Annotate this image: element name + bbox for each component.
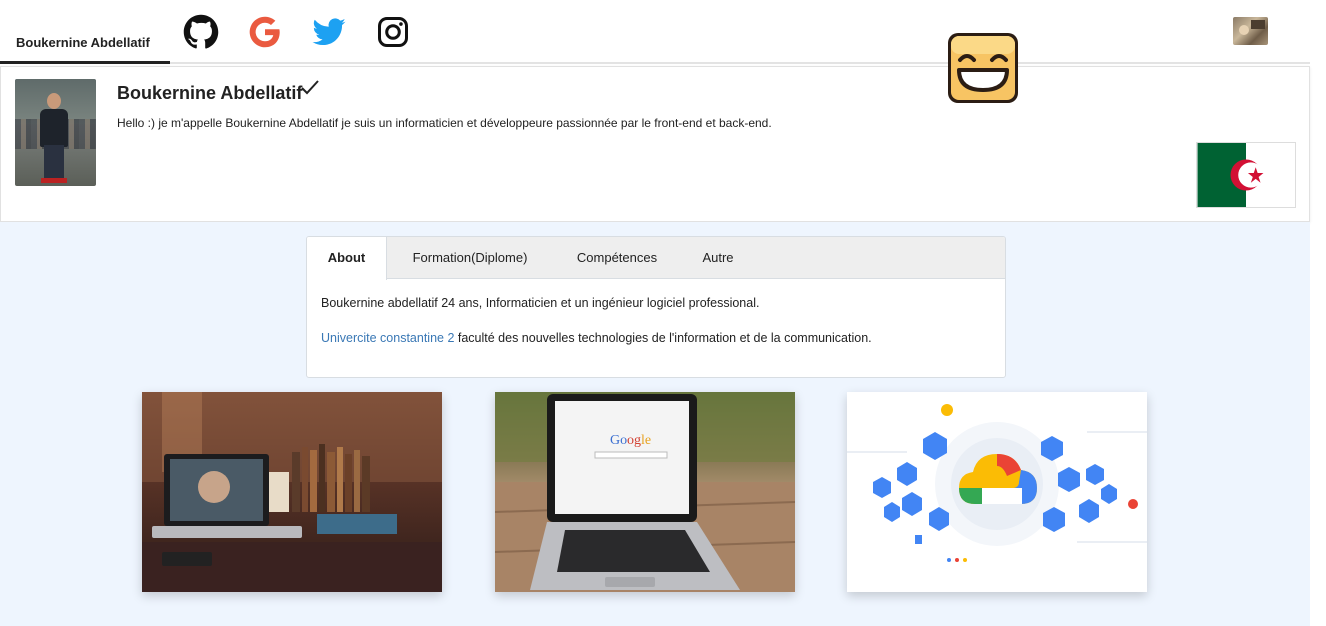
github-icon[interactable] xyxy=(183,14,219,50)
user-avatar[interactable] xyxy=(1233,17,1268,45)
svg-text:Go: Go xyxy=(610,433,627,448)
tab-about[interactable]: About xyxy=(307,237,387,280)
svg-text:le: le xyxy=(641,433,651,448)
svg-text:og: og xyxy=(627,433,641,448)
instagram-icon[interactable] xyxy=(375,14,411,50)
brand-name: Boukernine Abdellatif xyxy=(16,35,150,50)
brand-tab[interactable]: Boukernine Abdellatif xyxy=(0,0,170,64)
tab-bar: About Formation(Diplome) Compétences Aut… xyxy=(307,237,1005,280)
university-link[interactable]: Univercite constantine 2 xyxy=(321,331,454,345)
twitter-icon[interactable] xyxy=(311,14,347,50)
tab-competences[interactable]: Compétences xyxy=(557,237,677,279)
laptop-desk-photo xyxy=(142,392,442,592)
university-description: faculté des nouvelles technologies de l'… xyxy=(454,331,872,345)
profile-photo xyxy=(15,79,96,186)
tabs-panel: About Formation(Diplome) Compétences Aut… xyxy=(306,236,1006,378)
google-icon[interactable] xyxy=(247,14,283,50)
profile-card: Boukernine Abdellatif Hello :) je m'appe… xyxy=(0,66,1310,222)
google-laptop-photo: Go og le xyxy=(495,392,795,592)
university-text: Univercite constantine 2 faculté des nou… xyxy=(321,331,872,345)
about-text: Boukernine abdellatif 24 ans, Informatic… xyxy=(321,296,760,310)
tab-formation[interactable]: Formation(Diplome) xyxy=(392,237,548,279)
verified-check-icon xyxy=(301,80,319,95)
algeria-flag-icon xyxy=(1196,142,1296,208)
tab-autre[interactable]: Autre xyxy=(685,237,751,279)
google-cloud-photo xyxy=(847,392,1147,592)
top-nav: Boukernine Abdellatif xyxy=(0,0,1310,64)
profile-bio: Hello :) je m'appelle Boukernine Abdella… xyxy=(117,116,772,130)
profile-name: Boukernine Abdellatif xyxy=(117,83,303,103)
grinning-emoji-icon xyxy=(948,33,1018,103)
